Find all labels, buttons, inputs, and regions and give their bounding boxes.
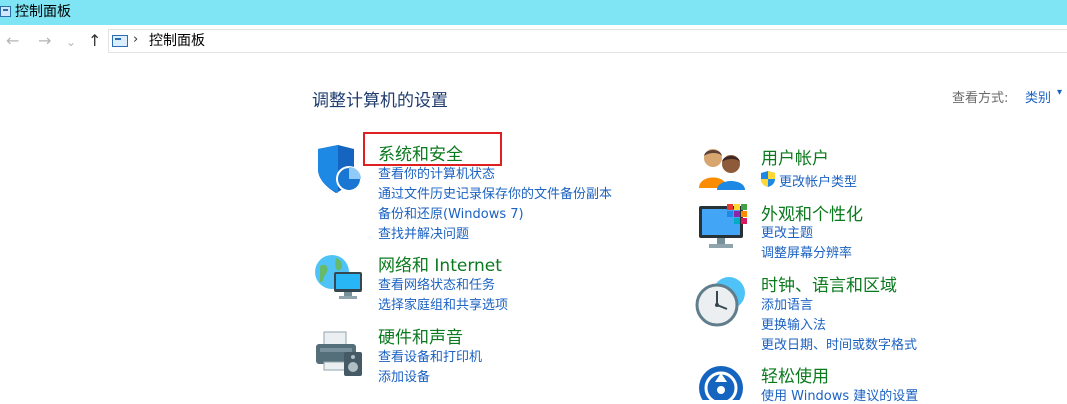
link-troubleshoot[interactable]: 查找并解决问题 — [378, 223, 469, 242]
network-globe-icon[interactable] — [312, 252, 366, 308]
title-bar: 控制面板 — [0, 0, 1067, 25]
forward-button[interactable]: → — [38, 31, 51, 51]
link-view-computer-status[interactable]: 查看你的计算机状态 — [378, 163, 495, 182]
link-change-theme[interactable]: 更改主题 — [761, 222, 813, 241]
link-change-input-method[interactable]: 更换输入法 — [761, 314, 826, 333]
printer-speaker-icon[interactable] — [314, 328, 368, 384]
uac-shield-icon — [760, 170, 776, 192]
link-screen-resolution[interactable]: 调整屏幕分辨率 — [761, 242, 852, 261]
breadcrumb-control-panel[interactable]: 控制面板 — [149, 33, 205, 49]
category-ease-of-access[interactable]: 轻松使用 — [761, 362, 829, 387]
link-homegroup-sharing[interactable]: 选择家庭组和共享选项 — [378, 294, 508, 313]
link-recommended-settings[interactable]: 使用 Windows 建议的设置 — [761, 385, 918, 404]
clock-globe-icon[interactable] — [695, 275, 749, 333]
link-change-account-type[interactable]: 更改帐户类型 — [779, 171, 857, 190]
breadcrumb-separator[interactable]: › — [133, 32, 138, 47]
category-hardware-sound[interactable]: 硬件和声音 — [378, 323, 463, 348]
monitor-palette-icon[interactable] — [697, 202, 749, 258]
chevron-down-icon[interactable]: ▾ — [1057, 87, 1062, 98]
link-network-status[interactable]: 查看网络状态和任务 — [378, 274, 495, 293]
control-panel-icon — [112, 35, 128, 47]
link-backup-restore[interactable]: 备份和还原(Windows 7) — [378, 203, 524, 222]
link-date-time-format[interactable]: 更改日期、时间或数字格式 — [761, 334, 917, 353]
category-clock-language-region[interactable]: 时钟、语言和区域 — [761, 271, 897, 296]
category-network-internet[interactable]: 网络和 Internet — [378, 251, 502, 276]
control-panel-icon — [0, 6, 11, 17]
recent-locations-button[interactable]: ⌄ — [66, 32, 76, 52]
view-by-dropdown[interactable]: 类别 — [1025, 87, 1051, 106]
window-title: 控制面板 — [15, 4, 71, 20]
link-add-language[interactable]: 添加语言 — [761, 294, 813, 313]
address-bar[interactable]: › 控制面板 — [108, 29, 1067, 53]
security-shield-icon[interactable] — [314, 143, 364, 199]
link-devices-printers[interactable]: 查看设备和打印机 — [378, 346, 482, 365]
page-title: 调整计算机的设置 — [312, 91, 448, 111]
link-add-device[interactable]: 添加设备 — [378, 366, 430, 385]
back-button[interactable]: ← — [6, 31, 19, 51]
category-system-security[interactable]: 系统和安全 — [378, 140, 463, 165]
ease-of-access-icon[interactable] — [697, 364, 749, 404]
users-icon[interactable] — [697, 146, 749, 194]
link-file-history-backup[interactable]: 通过文件历史记录保存你的文件备份副本 — [378, 183, 612, 202]
up-button[interactable]: ↑ — [88, 31, 101, 51]
view-by-label: 查看方式: — [952, 91, 1009, 106]
category-user-accounts[interactable]: 用户帐户 — [761, 144, 829, 169]
